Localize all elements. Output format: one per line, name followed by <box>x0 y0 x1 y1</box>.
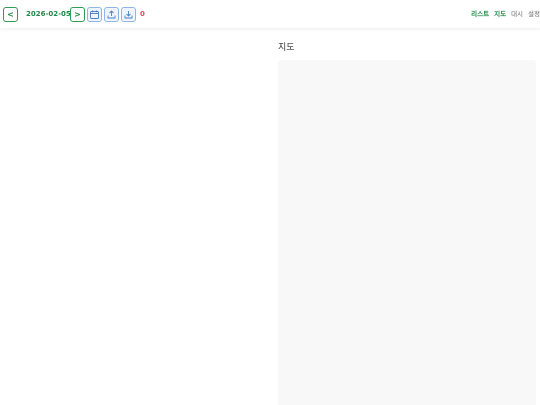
view-menu: 리스트 지도 대시 설정 <box>471 10 540 19</box>
calendar-icon <box>90 10 99 19</box>
map-view[interactable] <box>278 60 536 405</box>
menu-item-list[interactable]: 리스트 <box>471 10 489 19</box>
menu-item-settings[interactable]: 설정 <box>528 10 540 19</box>
top-toolbar: < 2026-02-05 > 0 리스트 지도 대시 설정 <box>0 0 540 28</box>
map-section-title: 지도 <box>278 43 295 53</box>
menu-item-map[interactable]: 지도 <box>494 10 506 19</box>
calendar-button[interactable] <box>87 7 102 22</box>
next-day-button[interactable]: > <box>70 7 85 22</box>
current-date: 2026-02-05 <box>26 10 71 18</box>
upload-button[interactable] <box>104 7 119 22</box>
prev-day-button[interactable]: < <box>3 7 18 22</box>
menu-item-dashboard[interactable]: 대시 <box>511 10 523 19</box>
download-button[interactable] <box>121 7 136 22</box>
upload-icon <box>107 10 116 19</box>
item-count-badge: 0 <box>140 10 145 18</box>
download-icon <box>124 11 133 19</box>
